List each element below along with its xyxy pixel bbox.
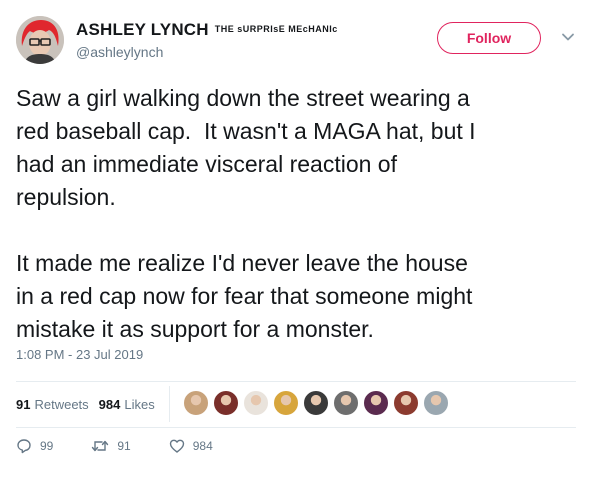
heart-icon bbox=[169, 439, 184, 453]
liker-avatar[interactable] bbox=[212, 389, 240, 417]
avatar[interactable] bbox=[16, 16, 64, 64]
user-handle[interactable]: @ashleylynch bbox=[76, 44, 338, 60]
divider-bottom bbox=[16, 427, 576, 428]
avatar-image bbox=[16, 16, 64, 64]
retweets-stat[interactable]: 91 Retweets bbox=[16, 397, 89, 412]
likes-stat[interactable]: 984 Likes bbox=[99, 397, 155, 412]
name-block: ASHLEY LYNCH THE sURPRIsE MEcHANIc @ashle… bbox=[76, 20, 338, 60]
display-name[interactable]: ASHLEY LYNCH bbox=[76, 20, 209, 39]
like-button[interactable]: 984 bbox=[169, 438, 213, 454]
liker-avatars bbox=[182, 389, 452, 421]
tweet-stats: 91 Retweets 984 Likes bbox=[16, 388, 165, 420]
tweet-text: Saw a girl walking down the street weari… bbox=[16, 85, 476, 342]
tweet-header: ASHLEY LYNCH THE sURPRIsE MEcHANIc @ashle… bbox=[16, 14, 586, 70]
retweets-label: Retweets bbox=[34, 396, 89, 412]
liker-avatar[interactable] bbox=[332, 389, 360, 417]
liker-avatar[interactable] bbox=[182, 389, 210, 417]
retweet-button[interactable]: 91 bbox=[91, 438, 131, 454]
tweet-timestamp[interactable]: 1:08 PM - 23 Jul 2019 bbox=[16, 347, 143, 362]
reply-count: 99 bbox=[40, 439, 54, 453]
retweet-count: 91 bbox=[117, 439, 131, 453]
tweet-actions: 99 91 984 bbox=[16, 438, 251, 454]
stats-separator bbox=[169, 386, 170, 422]
retweet-icon bbox=[92, 440, 109, 452]
liker-avatar[interactable] bbox=[422, 389, 450, 417]
chevron-down-icon[interactable] bbox=[561, 30, 575, 44]
liker-avatar[interactable] bbox=[302, 389, 330, 417]
likes-count: 984 bbox=[98, 396, 121, 412]
reply-button[interactable]: 99 bbox=[16, 438, 53, 454]
liker-avatar[interactable] bbox=[242, 389, 270, 417]
liker-avatar[interactable] bbox=[272, 389, 300, 417]
likes-label: Likes bbox=[124, 396, 155, 412]
name-tagline: THE sURPRIsE MEcHANIc bbox=[214, 24, 338, 34]
follow-button[interactable]: Follow bbox=[437, 22, 541, 54]
like-count: 984 bbox=[192, 439, 213, 453]
reply-icon bbox=[17, 439, 31, 454]
liker-avatar[interactable] bbox=[362, 389, 390, 417]
liker-avatar[interactable] bbox=[392, 389, 420, 417]
retweets-count: 91 bbox=[16, 396, 31, 412]
divider-top bbox=[16, 381, 576, 382]
